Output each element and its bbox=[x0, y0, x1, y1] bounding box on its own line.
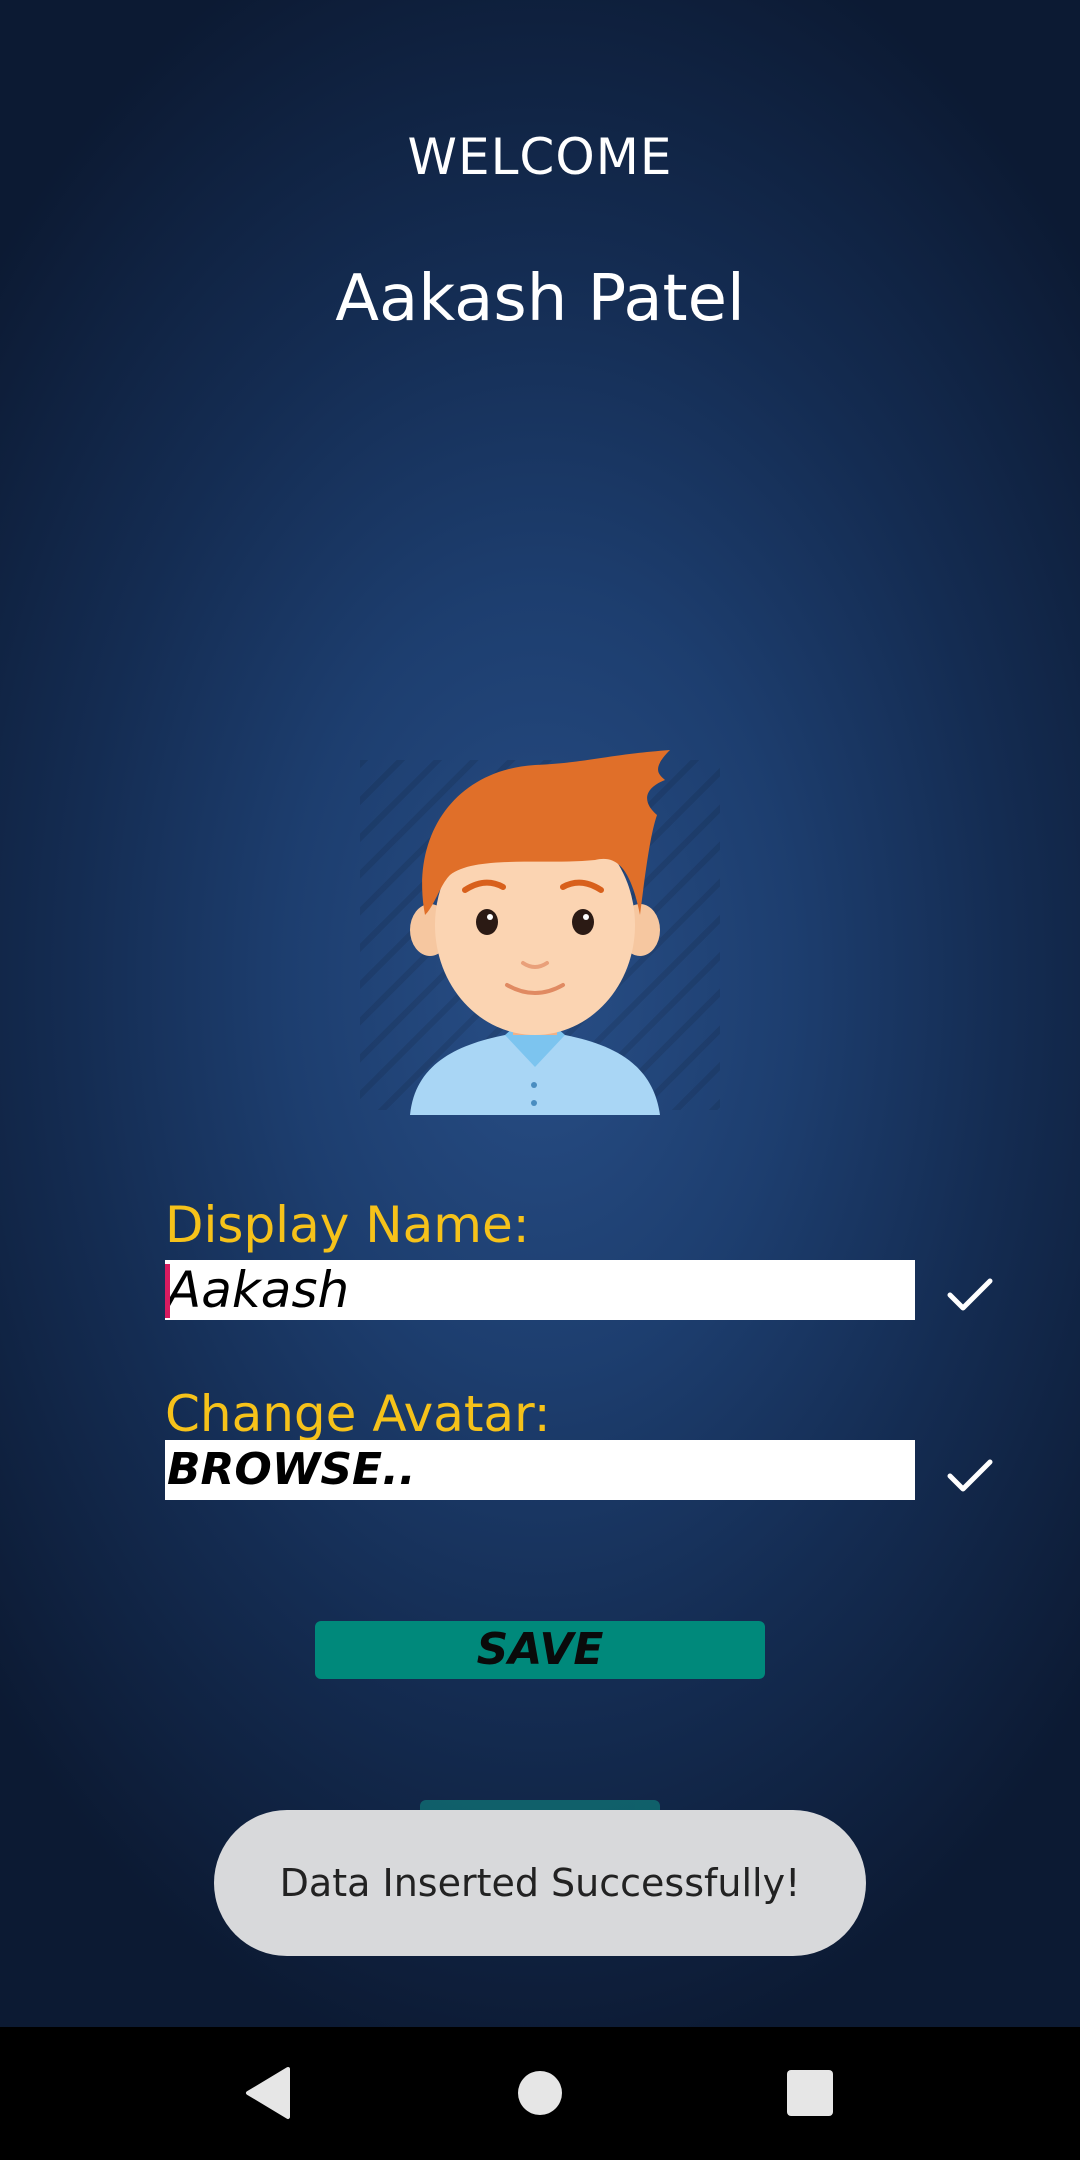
text-cursor bbox=[165, 1264, 170, 1318]
square-recents-icon[interactable] bbox=[785, 2065, 835, 2121]
browse-avatar-button[interactable]: BROWSE.. bbox=[165, 1440, 915, 1500]
user-name-title: Aakash Patel bbox=[335, 262, 745, 336]
circle-home-icon[interactable] bbox=[516, 2065, 564, 2121]
display-name-value: Aakash bbox=[167, 1261, 350, 1319]
check-icon[interactable] bbox=[945, 1275, 995, 1315]
app-screen: WELCOME Aakash Patel Display Name: Aakas… bbox=[0, 0, 1080, 2027]
avatar-image bbox=[410, 750, 670, 1115]
display-name-input[interactable]: Aakash bbox=[165, 1260, 915, 1320]
system-navigation-bar bbox=[0, 2027, 1080, 2160]
triangle-back-icon[interactable] bbox=[243, 2065, 293, 2121]
welcome-heading: WELCOME bbox=[407, 128, 673, 186]
toast-message: Data Inserted Successfully! bbox=[214, 1810, 866, 1956]
change-avatar-label: Change Avatar: bbox=[165, 1385, 551, 1443]
check-icon[interactable] bbox=[945, 1456, 995, 1496]
display-name-label: Display Name: bbox=[165, 1196, 530, 1254]
save-button[interactable]: SAVE bbox=[315, 1621, 765, 1679]
